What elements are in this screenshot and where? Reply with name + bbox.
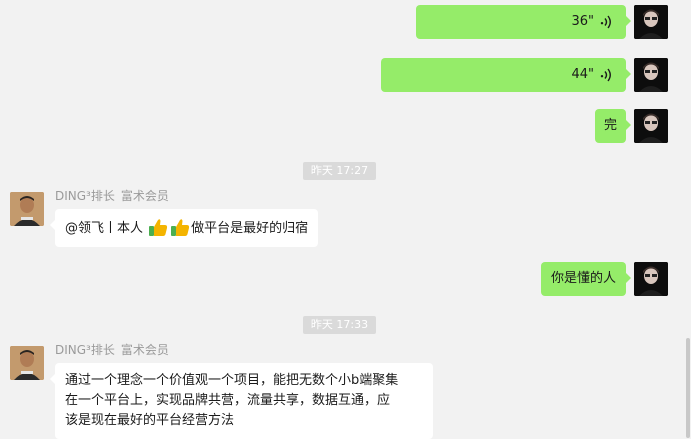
voice-wave-icon [600,68,611,82]
text-message-bubble[interactable]: 完 [594,109,632,143]
chat-message-area: 36" 44" 完 昨天 17:27 DING³排长 富术会员 @领飞丨本人 做… [0,0,691,439]
voice-duration: 44" [571,67,594,82]
scrollbar-thumb[interactable] [686,338,690,438]
message-mention-text: @领飞丨本人 [65,221,148,236]
text-message-bubble[interactable]: 通过一个理念一个价值观一个项目，能把无数个小b端聚集 在一个平台上，实现品牌共营… [50,363,433,439]
self-avatar[interactable] [634,5,668,39]
sender-avatar[interactable] [10,192,44,226]
thumbs-up-emoji [149,219,168,236]
text-message-bubble[interactable]: 你是懂的人 [540,262,632,296]
thumbs-up-emoji [171,219,190,236]
sender-name-line: DING³排长 富术会员 [55,341,169,358]
message-text: 你是懂的人 [550,271,616,286]
self-avatar[interactable] [634,109,668,143]
voice-wave-icon [600,15,611,29]
message-line: 通过一个理念一个价值观一个项目，能把无数个小b端聚集 [65,373,399,388]
sender-name[interactable]: DING³排长 [55,189,115,203]
self-avatar-image [634,262,668,296]
message-line: 在一个平台上，实现品牌共营，流量共享，数据互通，应 [65,393,391,408]
sender-avatar-image [10,346,44,380]
sender-name[interactable]: DING³排长 [55,343,115,357]
text-message-bubble[interactable]: @领飞丨本人 做平台是最好的归宿 [49,209,319,247]
self-avatar-image [634,58,668,92]
message-text: 做平台是最好的归宿 [191,221,309,236]
self-avatar-image [634,109,668,143]
timestamp-divider: 昨天 17:33 [303,316,376,334]
sender-name-line: DING³排长 富术会员 [55,187,169,204]
sender-role: 富术会员 [120,189,169,203]
voice-message-bubble[interactable]: 36" [416,5,631,39]
sender-avatar-image [10,192,44,226]
sender-avatar[interactable] [10,346,44,380]
voice-duration: 36" [571,14,594,29]
timestamp-divider: 昨天 17:27 [303,162,376,180]
voice-message-bubble[interactable]: 44" [381,58,631,92]
message-line: 该是现在最好的平台经营方法 [65,413,235,428]
sender-role: 富术会员 [120,343,169,357]
message-text: 完 [603,118,617,133]
self-avatar-image [634,5,668,39]
self-avatar[interactable] [634,262,668,296]
self-avatar[interactable] [634,58,668,92]
